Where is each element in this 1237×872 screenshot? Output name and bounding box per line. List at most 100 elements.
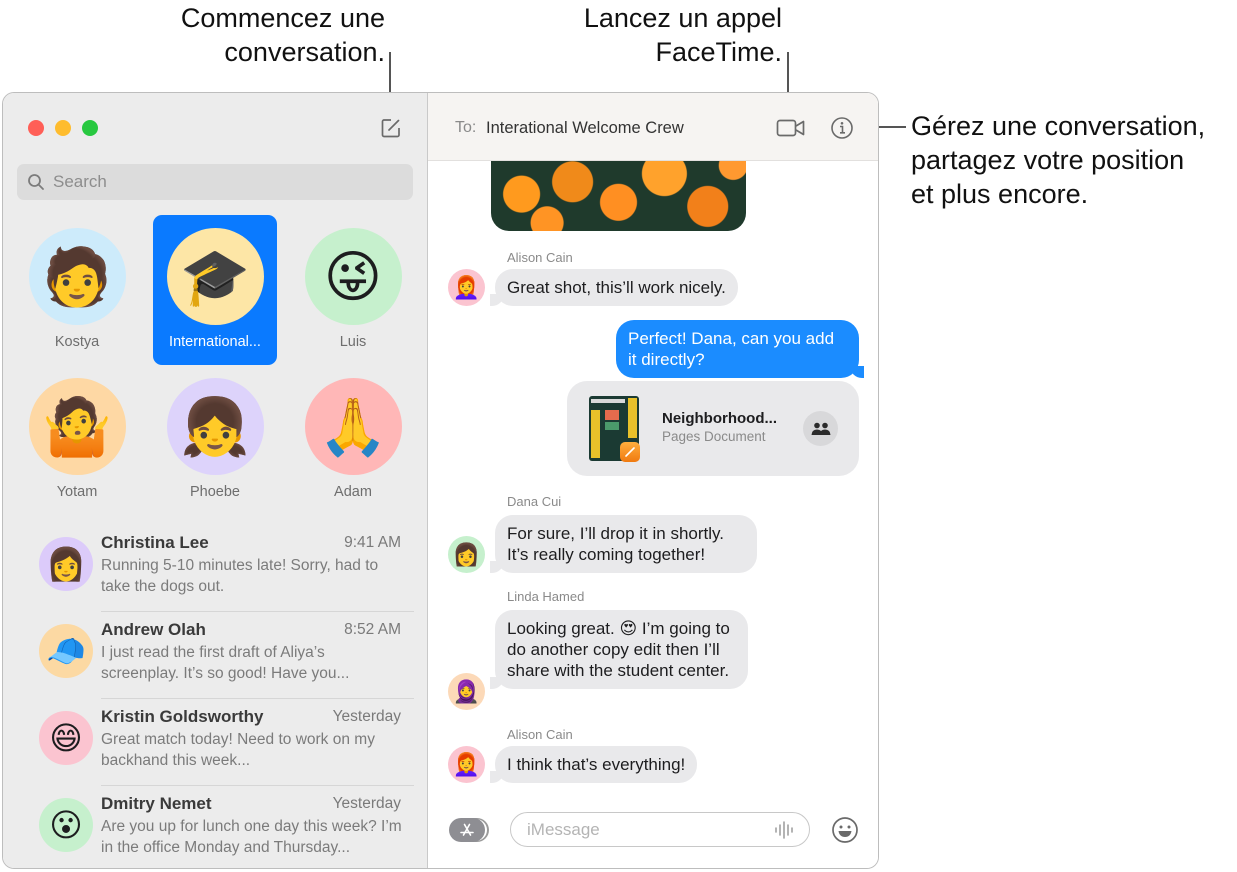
avatar: 🧢 xyxy=(39,624,93,678)
minimize-button[interactable] xyxy=(55,120,71,136)
message-field[interactable] xyxy=(510,812,810,847)
conversation-name: Dmitry Nemet xyxy=(101,794,212,813)
conversation-preview: I just read the first draft of Aliya’s s… xyxy=(101,644,350,682)
callout-facetime-line-1: Lancez un appel xyxy=(583,3,782,33)
sender-avatar: 🧕 xyxy=(448,673,485,710)
memoji: 👩 xyxy=(46,546,86,582)
to-label: To: xyxy=(455,119,477,136)
document-type: Pages Document xyxy=(662,429,766,444)
compose-button[interactable] xyxy=(380,117,402,139)
search-icon xyxy=(28,174,44,190)
pinned-kostya[interactable]: 🧑 Kostya xyxy=(15,215,139,365)
memoji: 🧑 xyxy=(42,244,112,308)
callout-compose: Commencez une conversation. xyxy=(163,1,385,69)
sender-name: Dana Cui xyxy=(507,494,562,509)
photo-attachment[interactable] xyxy=(491,149,746,231)
video-camera-icon xyxy=(776,119,805,137)
message-bubble-outgoing[interactable]: Perfect! Dana, can you add it directly? xyxy=(616,320,864,378)
sender-name: Linda Hamed xyxy=(507,589,585,604)
window-controls xyxy=(28,120,98,136)
memoji: 🙏 xyxy=(318,394,388,458)
sender-avatar: 👩‍🦰 xyxy=(448,746,485,783)
document-attachment[interactable]: Neighborhood... Pages Document xyxy=(567,381,859,476)
pinned-phoebe[interactable]: 👧 Phoebe xyxy=(153,365,277,515)
message-input[interactable] xyxy=(527,819,767,840)
app-store-icon xyxy=(460,823,474,836)
memoji: 👩‍🦰 xyxy=(452,751,481,777)
sender-name: Alison Cain xyxy=(507,250,573,265)
search-field[interactable] xyxy=(17,164,413,200)
conversation-time: 9:41 AM xyxy=(344,534,401,551)
pages-app-icon xyxy=(620,442,640,462)
conversation-preview: Running 5-10 minutes late! Sorry, had to… xyxy=(101,557,379,595)
info-icon xyxy=(831,117,853,139)
callout-compose-line-2: conversation. xyxy=(224,37,385,67)
memoji: 👩‍🦰 xyxy=(452,274,481,300)
audio-waveform-icon[interactable] xyxy=(773,821,795,839)
facetime-button[interactable] xyxy=(776,117,806,139)
pinned-label: Kostya xyxy=(54,334,100,350)
callout-info-line-2: partagez votre position xyxy=(911,145,1185,175)
memoji: 😄 xyxy=(49,720,83,756)
message-bubble[interactable]: Great shot, this’ll work nicely. xyxy=(490,269,738,306)
sidebar: 🧑 Kostya 🎓 International... 😜 Luis 🤷 Yot… xyxy=(3,93,428,868)
compose-icon xyxy=(381,119,400,138)
memoji: 👩 xyxy=(452,541,481,567)
sender-avatar: 👩 xyxy=(448,536,485,573)
sender-avatar: 👩‍🦰 xyxy=(448,269,485,306)
conversation-preview: Great match today! Need to work on my ba… xyxy=(101,731,375,769)
document-title: Neighborhood... xyxy=(662,410,777,427)
pinned-label: Yotam xyxy=(56,484,98,500)
conversation-time: Yesterday xyxy=(332,708,401,725)
people-icon xyxy=(811,422,830,435)
avatar: 😄 xyxy=(39,711,93,765)
app-store-button[interactable] xyxy=(449,818,485,842)
callout-info: Gérez une conversation, partagez votre p… xyxy=(911,109,1237,211)
avatar: 😮 xyxy=(39,798,93,852)
memoji: 😜 xyxy=(323,244,383,308)
callout-info-line-1: Gérez une conversation, xyxy=(911,111,1206,141)
avatar: 🙏 xyxy=(304,378,402,475)
conversation-item[interactable]: 😮 Dmitry Nemet Yesterday Are you up for … xyxy=(3,786,428,868)
avatar: 👧 xyxy=(166,378,264,475)
message-bubble[interactable]: For sure, I’ll drop it in shortly. It’s … xyxy=(490,515,757,573)
zoom-button[interactable] xyxy=(82,120,98,136)
conversation-item[interactable]: 👩 Christina Lee 9:41 AM Running 5-10 min… xyxy=(3,525,428,612)
conversation-name: Christina Lee xyxy=(101,533,209,552)
pinned-label: Luis xyxy=(339,334,367,350)
pinned-yotam[interactable]: 🤷 Yotam xyxy=(15,365,139,515)
message-bubble[interactable]: Looking great. 😍 I’m going to do another… xyxy=(490,610,748,689)
conversation-item[interactable]: 😄 Kristin Goldsworthy Yesterday Great ma… xyxy=(3,699,428,786)
details-button[interactable] xyxy=(830,116,854,140)
conversation-item[interactable]: 🧢 Andrew Olah 8:52 AM I just read the fi… xyxy=(3,612,428,699)
conversation-preview: Are you up for lunch one day this week? … xyxy=(101,818,402,856)
search-input[interactable] xyxy=(53,172,393,192)
pinned-label: International... xyxy=(169,334,261,350)
memoji: 🧢 xyxy=(46,633,86,669)
emoji-button[interactable] xyxy=(831,816,859,844)
callout-facetime-line-2: FaceTime. xyxy=(655,37,782,67)
memoji: 🤷 xyxy=(42,394,112,458)
pinned-international-welcome-crew[interactable]: 🎓 International... xyxy=(153,215,277,365)
sender-name: Alison Cain xyxy=(507,727,573,742)
conversation-name: Andrew Olah xyxy=(101,620,206,639)
close-button[interactable] xyxy=(28,120,44,136)
smiley-icon xyxy=(832,817,858,843)
memoji: 🧕 xyxy=(452,678,481,704)
collaboration-button[interactable] xyxy=(803,411,838,446)
pinned-luis[interactable]: 😜 Luis xyxy=(291,215,415,365)
recipient-name[interactable]: Interational Welcome Crew xyxy=(486,119,684,138)
pinned-adam[interactable]: 🙏 Adam xyxy=(291,365,415,515)
message-bubble[interactable]: I think that’s everything! xyxy=(489,746,698,783)
conversation-list: 👩 Christina Lee 9:41 AM Running 5-10 min… xyxy=(3,525,428,868)
pinned-label: Adam xyxy=(334,484,372,500)
avatar: 😜 xyxy=(304,228,402,325)
conversation-name: Kristin Goldsworthy xyxy=(101,707,264,726)
messages-window: 🧑 Kostya 🎓 International... 😜 Luis 🤷 Yot… xyxy=(2,92,879,869)
graduation-cap-icon: 🎓 xyxy=(180,244,250,308)
avatar: 🎓 xyxy=(166,228,264,325)
callout-info-line-3: et plus encore. xyxy=(911,179,1089,209)
avatar: 🧑 xyxy=(28,228,126,325)
avatar: 👩 xyxy=(39,537,93,591)
callout-compose-line-1: Commencez une xyxy=(180,3,385,33)
